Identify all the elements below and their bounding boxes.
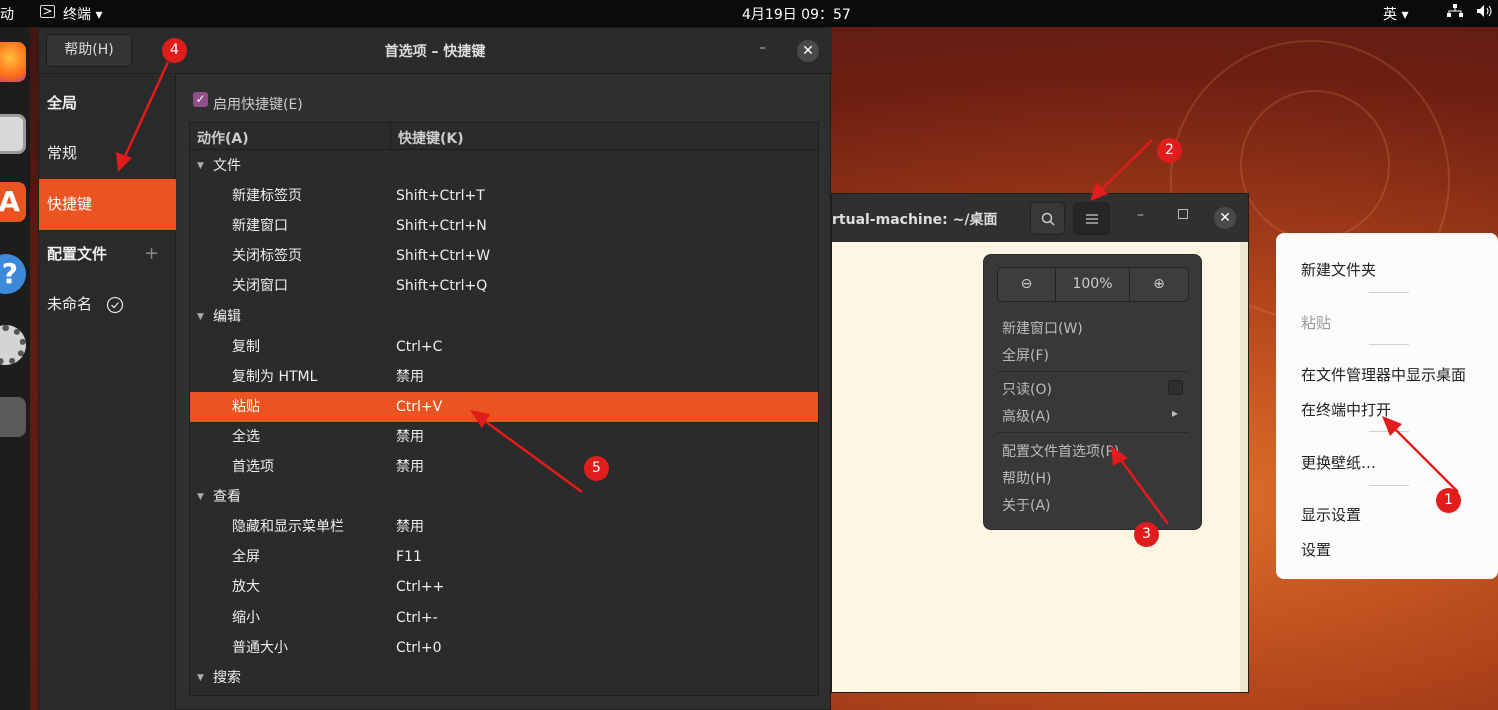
annotation-badge-2: 2 (1157, 138, 1182, 163)
annotation-arrow-1 (1382, 416, 1459, 493)
annotation-badge-4: 4 (162, 38, 187, 63)
annotation-arrows (116, 61, 1459, 525)
annotation-arrow-5 (470, 410, 583, 494)
annotation-arrow-4 (116, 61, 170, 172)
annotation-badge-3: 3 (1134, 522, 1159, 547)
annotation-badge-1: 1 (1436, 488, 1461, 513)
annotation-arrow-2 (1090, 139, 1153, 201)
annotation-arrow-3 (1111, 446, 1170, 525)
annotation-badge-5: 5 (584, 456, 609, 481)
